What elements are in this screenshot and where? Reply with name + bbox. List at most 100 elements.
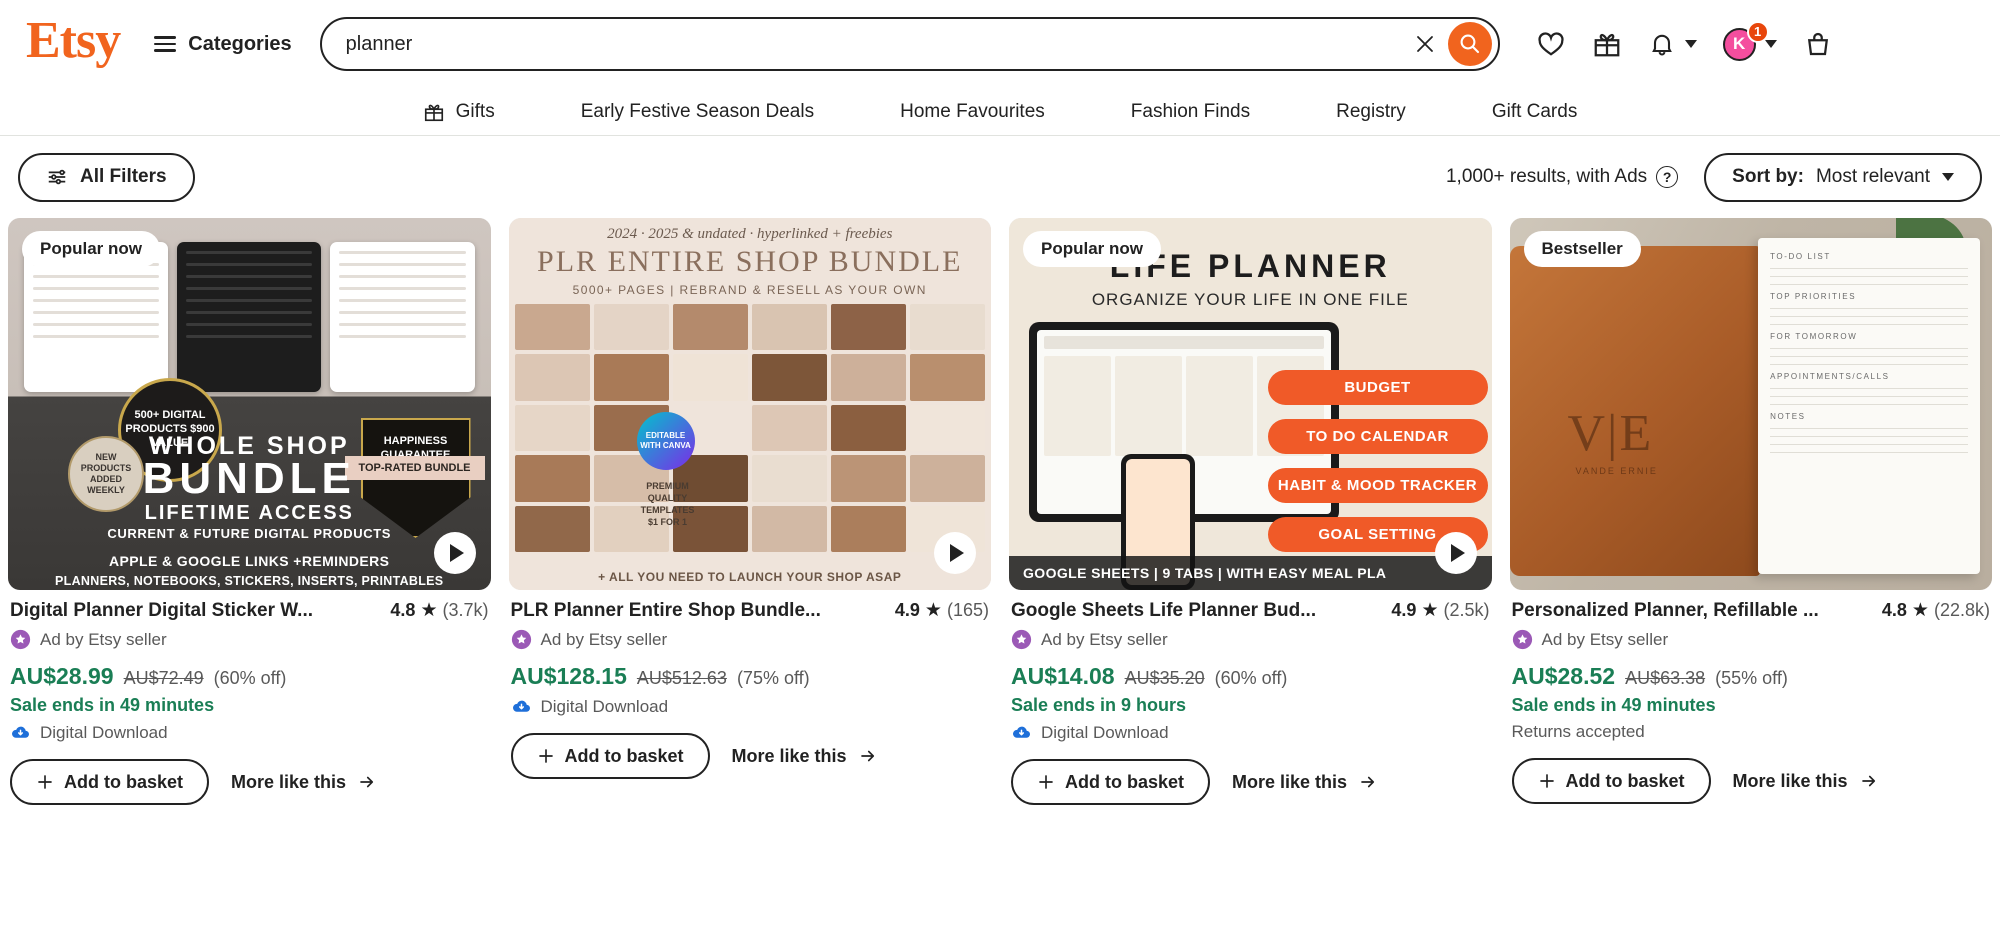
categories-label: Categories (188, 33, 291, 56)
chevron-down-icon (1942, 173, 1954, 181)
play-video-icon[interactable] (1435, 532, 1477, 574)
current-price: AU$28.52 (1512, 663, 1616, 690)
product-title[interactable]: Digital Planner Digital Sticker W... (10, 600, 380, 622)
play-video-icon[interactable] (934, 532, 976, 574)
product-image[interactable]: 500+ DIGITAL PRODUCTS $900 VALUE NEW PRO… (8, 218, 491, 590)
favourites-heart-icon[interactable] (1536, 29, 1566, 59)
rating-value: 4.9 (1391, 600, 1416, 621)
search-input[interactable] (346, 33, 1408, 56)
all-filters-button[interactable]: All Filters (18, 153, 195, 202)
nav-item-gift-cards[interactable]: Gift Cards (1449, 101, 1621, 123)
card-actions: Add to basket More like this (1011, 759, 1490, 805)
review-count: (22.8k) (1934, 600, 1990, 621)
ad-label: Ad by Etsy seller (40, 630, 167, 650)
nav-label: Fashion Finds (1131, 101, 1250, 123)
discount-percent: (60% off) (214, 668, 287, 689)
add-to-basket-label: Add to basket (1566, 771, 1685, 792)
product-image[interactable]: LIFE PLANNER ORGANIZE YOUR LIFE IN ONE F… (1009, 218, 1492, 590)
nav-item-gifts[interactable]: Gifts (380, 101, 538, 123)
add-to-basket-button[interactable]: Add to basket (1011, 759, 1210, 805)
title-row: Google Sheets Life Planner Bud... 4.9 ★ … (1011, 600, 1490, 622)
meta-label: Returns accepted (1512, 722, 1645, 742)
more-like-this-link[interactable]: More like this (1232, 772, 1378, 793)
artwork-canva-badge: EDITABLE WITH CANVA (637, 412, 695, 470)
artwork-monogram: V|E (1568, 404, 1654, 463)
ad-star-icon (1011, 629, 1032, 650)
product-image[interactable]: 2024 · 2025 & undated · hyperlinked + fr… (509, 218, 992, 590)
add-to-basket-button[interactable]: Add to basket (10, 759, 209, 805)
original-price: AU$512.63 (637, 668, 727, 689)
categories-button[interactable]: Categories (154, 33, 291, 56)
star-icon: ★ (1421, 601, 1438, 620)
add-to-basket-button[interactable]: Add to basket (1512, 758, 1711, 804)
sort-by-value: Most relevant (1816, 166, 1930, 188)
product-rating: 4.9 ★ (2.5k) (1391, 600, 1489, 621)
product-card[interactable]: LIFE PLANNER ORGANIZE YOUR LIFE IN ONE F… (1009, 218, 1492, 805)
add-to-basket-label: Add to basket (64, 772, 183, 793)
review-count: (3.7k) (442, 600, 488, 621)
artwork-page-label: NOTES (1770, 412, 1968, 421)
add-to-basket-button[interactable]: Add to basket (511, 733, 710, 779)
nav-label: Registry (1336, 101, 1406, 123)
product-details: Digital Planner Digital Sticker W... 4.8… (8, 590, 491, 805)
image-badge: Bestseller (1524, 231, 1641, 267)
nav-item-early-festive-season-deals[interactable]: Early Festive Season Deals (538, 101, 857, 123)
current-price: AU$28.99 (10, 663, 114, 690)
original-price: AU$63.38 (1625, 668, 1705, 689)
product-card[interactable]: V|E VANDE ERNIE TO-DO LIST TOP PRIORITIE… (1510, 218, 1993, 805)
gift-icon[interactable] (1592, 29, 1622, 59)
product-details: Google Sheets Life Planner Bud... 4.9 ★ … (1009, 590, 1492, 805)
more-like-this-link[interactable]: More like this (231, 772, 377, 793)
hamburger-icon (154, 36, 176, 52)
account-menu[interactable]: K 1 (1723, 28, 1777, 61)
artwork-line-1: PLR ENTIRE SHOP BUNDLE (509, 245, 992, 279)
nav-label: Gift Cards (1492, 101, 1578, 123)
more-like-this-link[interactable]: More like this (1733, 771, 1879, 792)
original-price: AU$72.49 (124, 668, 204, 689)
notifications-bell-icon[interactable] (1648, 30, 1697, 58)
product-card[interactable]: 2024 · 2025 & undated · hyperlinked + fr… (509, 218, 992, 805)
etsy-logo[interactable]: Etsy (26, 15, 120, 73)
play-video-icon[interactable] (434, 532, 476, 574)
more-like-this-label: More like this (231, 772, 346, 793)
arrow-right-icon (858, 747, 878, 765)
results-count: 1,000+ results, with Ads ? (1446, 166, 1678, 188)
rating-value: 4.8 (390, 600, 415, 621)
artwork-mosaic (515, 304, 986, 552)
sort-by-prefix: Sort by: (1732, 166, 1804, 188)
sort-by-dropdown[interactable]: Sort by: Most relevant (1704, 153, 1982, 202)
nav-item-registry[interactable]: Registry (1293, 101, 1449, 123)
product-artwork: 500+ DIGITAL PRODUCTS $900 VALUE NEW PRO… (8, 218, 491, 590)
more-like-this-link[interactable]: More like this (732, 746, 878, 767)
product-card[interactable]: 500+ DIGITAL PRODUCTS $900 VALUE NEW PRO… (8, 218, 491, 805)
artwork-line-6: PLANNERS, NOTEBOOKS, STICKERS, INSERTS, … (8, 574, 491, 588)
help-icon[interactable]: ? (1656, 166, 1678, 188)
ad-label: Ad by Etsy seller (1542, 630, 1669, 650)
star-icon: ★ (1912, 601, 1929, 620)
basket-icon[interactable] (1803, 29, 1833, 59)
artwork-line-2: 5000+ PAGES | REBRAND & RESELL AS YOUR O… (509, 283, 992, 297)
meta-row: Digital Download (10, 722, 489, 743)
search-box[interactable] (320, 17, 1500, 71)
product-title[interactable]: PLR Planner Entire Shop Bundle... (511, 600, 885, 622)
nav-item-home-favourites[interactable]: Home Favourites (857, 101, 1088, 123)
plus-icon (1538, 772, 1556, 790)
notifications-caret-icon[interactable] (1685, 40, 1697, 48)
nav-item-fashion-finds[interactable]: Fashion Finds (1088, 101, 1293, 123)
artwork-pill: TO DO CALENDAR (1268, 419, 1488, 454)
product-title[interactable]: Personalized Planner, Refillable ... (1512, 600, 1872, 622)
search-submit-button[interactable] (1448, 22, 1492, 66)
product-image[interactable]: V|E VANDE ERNIE TO-DO LIST TOP PRIORITIE… (1510, 218, 1993, 590)
artwork-page-label: FOR TOMORROW (1770, 332, 1968, 341)
artwork-monogram-sub: VANDE ERNIE (1576, 466, 1658, 476)
artwork-line-2: BUNDLE (8, 454, 491, 504)
account-caret-icon[interactable] (1765, 40, 1777, 48)
product-details: PLR Planner Entire Shop Bundle... 4.9 ★ … (509, 590, 992, 779)
clear-search-icon[interactable] (1408, 27, 1442, 61)
rating-value: 4.8 (1882, 600, 1907, 621)
discount-percent: (75% off) (737, 668, 810, 689)
title-row: PLR Planner Entire Shop Bundle... 4.9 ★ … (511, 600, 990, 622)
product-title[interactable]: Google Sheets Life Planner Bud... (1011, 600, 1381, 622)
plus-icon (1037, 773, 1055, 791)
search-area (320, 17, 1500, 71)
